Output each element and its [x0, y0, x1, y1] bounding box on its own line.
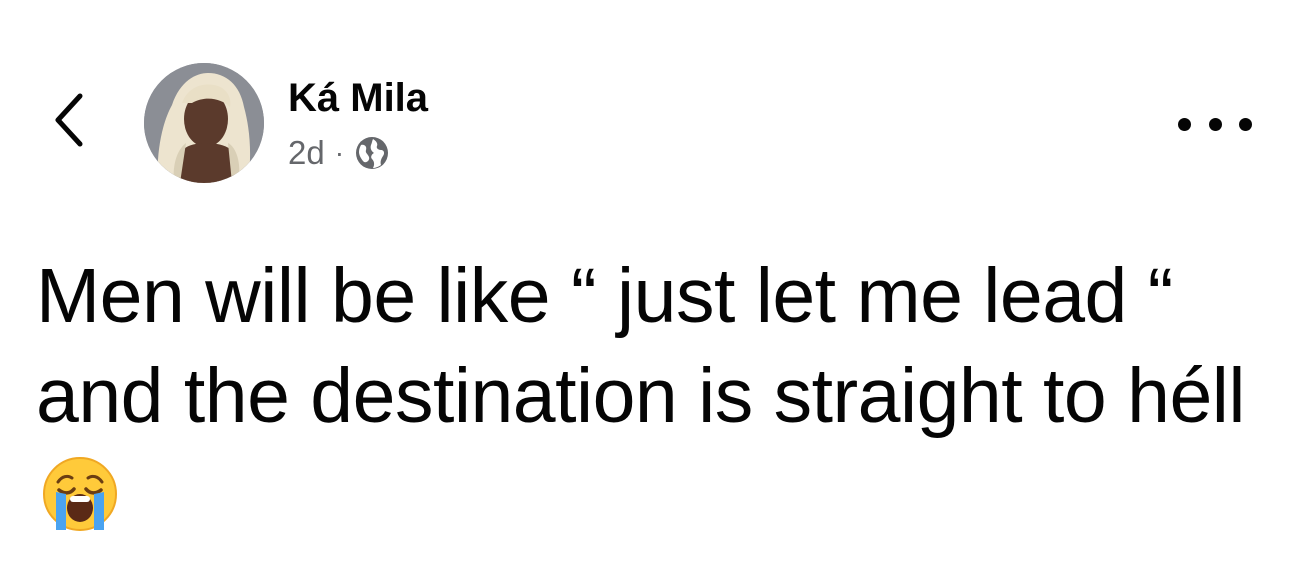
globe-icon[interactable] [354, 135, 390, 171]
more-options-button[interactable] [1178, 106, 1252, 142]
crying-face-emoji [43, 457, 117, 531]
post-body: Men will be like “ just let me lead “ an… [36, 246, 1256, 546]
author-name[interactable]: Ká Mila [288, 72, 428, 124]
post-text: Men will be like “ just let me lead “ an… [36, 253, 1246, 439]
avatar-image [144, 63, 264, 183]
meta-separator: · [334, 137, 345, 168]
post-header: Ká Mila 2d · [0, 0, 1290, 200]
more-horizontal-icon-dot [1239, 117, 1252, 131]
back-button[interactable] [44, 88, 100, 152]
chevron-left-icon [55, 93, 83, 147]
more-horizontal-icon-dot [1208, 117, 1222, 131]
post-timestamp[interactable]: 2d [288, 134, 325, 172]
avatar[interactable] [144, 63, 264, 183]
post-meta: 2d · [288, 131, 390, 175]
more-horizontal-icon-dot [1178, 117, 1191, 131]
